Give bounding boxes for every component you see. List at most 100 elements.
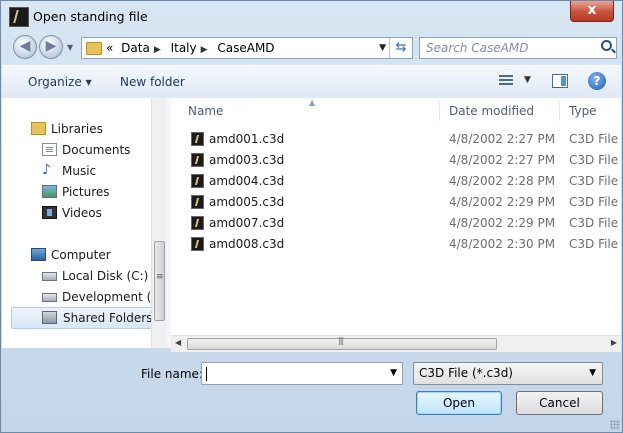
file-name-input[interactable]: ▼: [201, 362, 403, 385]
nav-label: Shared Folders (\: [63, 311, 165, 325]
scrollbar-thumb[interactable]: [187, 336, 497, 350]
drive-icon: [42, 272, 57, 281]
file-type: C3D File: [569, 132, 619, 146]
file-name: amd007.c3d: [209, 216, 285, 230]
search-placeholder: Search CaseAMD: [426, 41, 529, 55]
file-row[interactable]: amd004.c3d 4/8/2002 2:28 PM C3D File: [171, 171, 621, 192]
file-row[interactable]: amd003.c3d 4/8/2002 2:27 PM C3D File: [171, 150, 621, 171]
file-type-value: C3D File (*.c3d): [419, 366, 513, 380]
breadcrumb-caseamd[interactable]: CaseAMD: [217, 41, 274, 55]
computer-icon: [31, 248, 46, 261]
c3d-file-icon: [191, 237, 204, 251]
views-icon[interactable]: [499, 75, 513, 87]
preview-pane-icon[interactable]: [552, 74, 568, 88]
file-date: 4/8/2002 2:30 PM: [449, 237, 556, 251]
scroll-left-icon[interactable]: ◀: [175, 338, 181, 347]
videos-icon: [42, 206, 57, 219]
file-date: 4/8/2002 2:29 PM: [449, 216, 556, 230]
c3d-file-icon: [191, 216, 204, 230]
file-type-select[interactable]: C3D File (*.c3d) ▼: [413, 362, 603, 385]
close-button[interactable]: x: [570, 1, 614, 22]
network-drive-icon: [42, 311, 57, 324]
window-title: Open standing file: [33, 9, 148, 24]
command-bar: Organize ▾ New folder ▼ ?: [2, 65, 621, 99]
views-dropdown-icon[interactable]: ▼: [524, 75, 531, 85]
c3d-file-icon: [191, 153, 204, 167]
organize-button[interactable]: Organize ▾: [28, 75, 92, 89]
chevron-right-icon[interactable]: ▶: [154, 45, 161, 55]
file-date: 4/8/2002 2:28 PM: [449, 174, 556, 188]
nav-label: Pictures: [62, 185, 110, 199]
chevron-down-icon[interactable]: ▼: [390, 368, 397, 378]
back-button[interactable]: ◀: [13, 35, 37, 59]
navigation-row: ◀ ▶ ▼ « Data ▶ Italy ▶ CaseAMD ▼ ⇆ Search …: [1, 33, 622, 63]
file-name: amd004.c3d: [209, 174, 285, 188]
horizontal-scrollbar[interactable]: ◀ ▶: [171, 335, 621, 352]
file-name-label: File name:: [141, 367, 203, 381]
search-input[interactable]: Search CaseAMD: [419, 37, 617, 59]
column-divider[interactable]: [559, 101, 560, 121]
chevron-down-icon: ▼: [589, 368, 596, 378]
pictures-icon: [42, 185, 57, 198]
open-button[interactable]: Open: [416, 391, 502, 415]
title-bar[interactable]: Open standing file x: [1, 1, 622, 31]
file-date: 4/8/2002 2:27 PM: [449, 153, 556, 167]
file-type: C3D File: [569, 237, 619, 251]
file-row[interactable]: amd007.c3d 4/8/2002 2:29 PM C3D File: [171, 213, 621, 234]
column-divider[interactable]: [439, 101, 440, 121]
search-icon[interactable]: [601, 40, 612, 51]
file-row[interactable]: amd008.c3d 4/8/2002 2:30 PM C3D File: [171, 234, 621, 255]
nav-item-shared-folders[interactable]: Shared Folders (\: [11, 307, 165, 329]
breadcrumb-italy[interactable]: Italy: [171, 41, 197, 55]
breadcrumb: « Data ▶ Italy ▶ CaseAMD: [106, 41, 279, 55]
refresh-icon[interactable]: ⇆: [389, 38, 412, 58]
file-name: amd008.c3d: [209, 237, 285, 251]
breadcrumb-overflow[interactable]: «: [106, 41, 113, 55]
resize-grip-icon[interactable]: [610, 420, 620, 430]
chevron-right-icon[interactable]: ▶: [201, 45, 208, 55]
nav-label: Computer: [51, 248, 111, 262]
new-folder-button[interactable]: New folder: [120, 75, 185, 89]
file-list: Name ▲ Date modified Type amd001.c3d 4/8…: [171, 98, 621, 348]
nav-label: Videos: [62, 206, 102, 220]
recent-locations-dropdown-icon[interactable]: ▼: [67, 43, 73, 52]
file-name: amd001.c3d: [209, 132, 285, 146]
address-dropdown-icon[interactable]: ▼: [379, 43, 386, 53]
c3d-file-icon: [191, 195, 204, 209]
documents-icon: [42, 143, 57, 156]
help-icon[interactable]: ?: [588, 72, 606, 90]
file-type: C3D File: [569, 195, 619, 209]
c3d-file-icon: [191, 174, 204, 188]
navigation-scrollbar[interactable]: [151, 98, 167, 348]
nav-label: Libraries: [51, 122, 103, 136]
music-icon: ♪: [42, 162, 51, 178]
nav-label: Documents: [62, 143, 131, 157]
address-bar[interactable]: « Data ▶ Italy ▶ CaseAMD ▼ ⇆: [81, 37, 413, 59]
breadcrumb-data[interactable]: Data: [121, 41, 150, 55]
file-date: 4/8/2002 2:29 PM: [449, 195, 556, 209]
file-name: amd003.c3d: [209, 153, 285, 167]
nav-label: Music: [62, 164, 97, 178]
nav-label: Local Disk (C:): [62, 269, 149, 283]
file-date: 4/8/2002 2:27 PM: [449, 132, 556, 146]
column-header-type[interactable]: Type: [569, 98, 597, 124]
sort-ascending-icon: ▲: [309, 98, 316, 107]
file-name: amd005.c3d: [209, 195, 285, 209]
libraries-icon: [31, 122, 46, 135]
file-type: C3D File: [569, 153, 619, 167]
scroll-right-icon[interactable]: ▶: [611, 338, 617, 347]
app-icon: [9, 7, 29, 27]
file-type: C3D File: [569, 174, 619, 188]
c3d-file-icon: [191, 132, 204, 146]
folder-icon: [86, 42, 102, 55]
drive-icon: [42, 293, 57, 302]
file-row[interactable]: amd005.c3d 4/8/2002 2:29 PM C3D File: [171, 192, 621, 213]
cancel-button[interactable]: Cancel: [516, 391, 603, 415]
forward-button[interactable]: ▶: [39, 35, 63, 59]
scrollbar-thumb[interactable]: [154, 241, 165, 321]
file-type: C3D File: [569, 216, 619, 230]
file-row[interactable]: amd001.c3d 4/8/2002 2:27 PM C3D File: [171, 129, 621, 150]
navigation-pane: Libraries Documents ♪ Music Pictures Vid…: [2, 98, 166, 348]
column-header-date[interactable]: Date modified: [449, 98, 534, 124]
column-header-name[interactable]: Name: [188, 98, 223, 124]
